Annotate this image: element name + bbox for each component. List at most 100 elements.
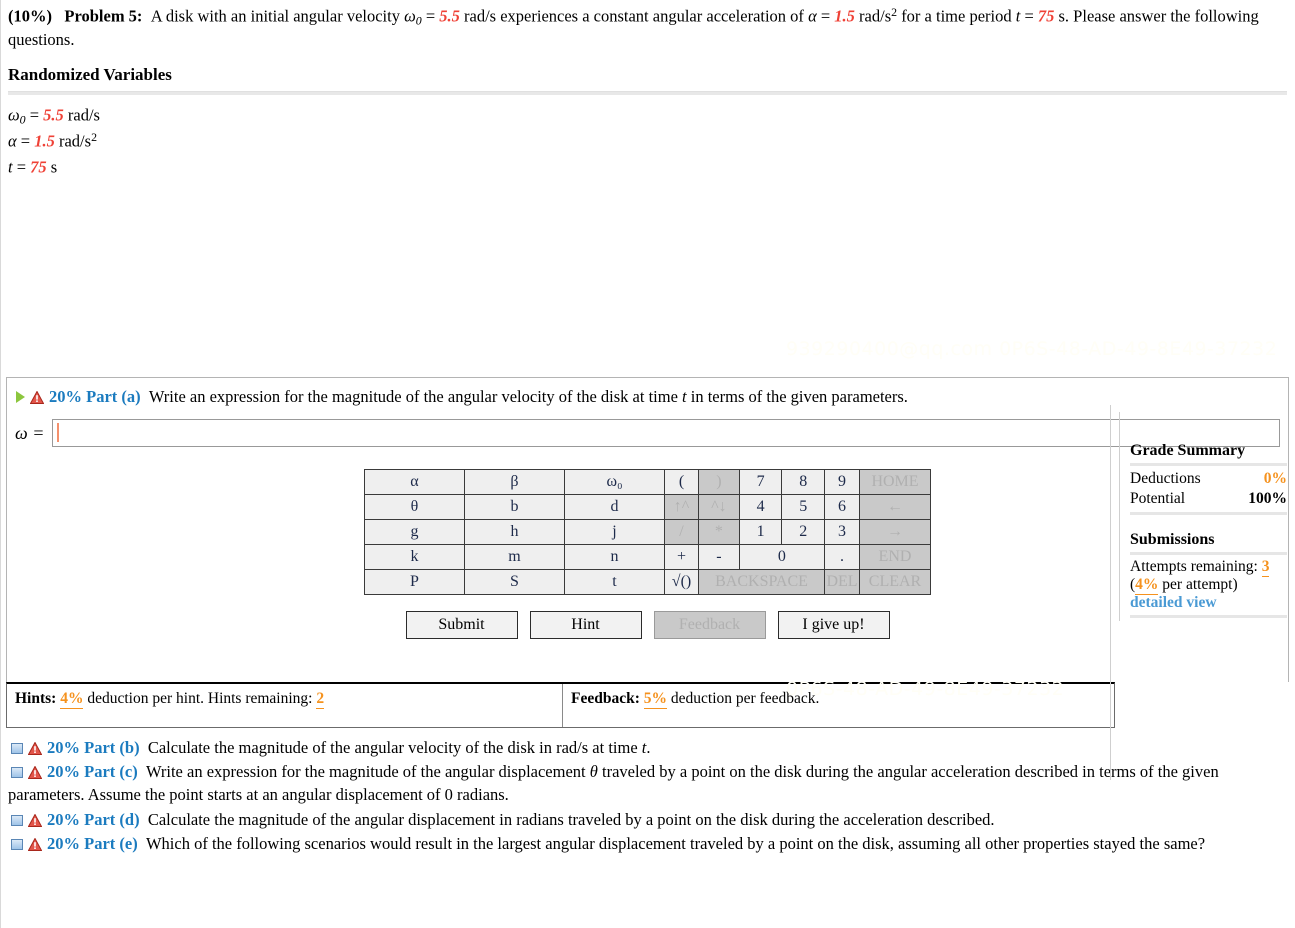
key-decimal-point[interactable]: . (825, 545, 859, 570)
grade-divider (1130, 614, 1287, 618)
problem-weight: (10%) (8, 6, 52, 26)
key-6[interactable]: 6 (825, 495, 859, 520)
keypad-row: θ b d ↑^ ^↓ 4 5 6 ← (365, 495, 930, 520)
deductions-row: Deductions 0% (1130, 469, 1287, 489)
potential-row: Potential 100% (1130, 489, 1287, 509)
randomized-variables-title: Randomized Variables (8, 64, 172, 84)
part-c-text-pre: Write an expression for the magnitude of… (145, 762, 590, 781)
rv-value: 75 (30, 157, 47, 177)
key-0[interactable]: 0 (739, 545, 824, 570)
collapsed-part-icon[interactable] (11, 814, 23, 826)
problem-text-7: = (1020, 6, 1038, 26)
play-triangle-icon[interactable] (16, 390, 25, 403)
rv-value: 1.5 (34, 131, 55, 151)
key-open-paren[interactable]: ( (665, 470, 698, 495)
key-2[interactable]: 2 (782, 520, 824, 545)
key-multiply: * (699, 520, 739, 545)
key-5[interactable]: 5 (782, 495, 824, 520)
key-square-root[interactable]: √() (665, 570, 698, 595)
hints-label: Hints: (15, 689, 57, 707)
rv-unit: s (46, 157, 58, 177)
answer-input[interactable] (52, 419, 1280, 448)
key-t[interactable]: t (565, 570, 664, 595)
keypad-row: P S t √() BACKSPACE DEL CLEAR (365, 570, 930, 595)
hint-button[interactable]: Hint (529, 611, 642, 640)
rv-unit-exponent: 2 (91, 129, 97, 144)
key-k[interactable]: k (365, 545, 464, 570)
problem-label: Problem 5: (64, 6, 143, 26)
warning-triangle-icon (27, 762, 43, 779)
problem-text-6: for a time period (897, 6, 1016, 26)
keypad-row: k m n + - 0 . END (365, 545, 930, 570)
collapsed-part-icon[interactable] (11, 767, 23, 778)
key-omega0[interactable]: ω₀ (565, 470, 664, 495)
attempts-label: Attempts remaining: (1130, 557, 1262, 575)
key-j[interactable]: j (565, 520, 664, 545)
rv-equals: = (25, 105, 44, 125)
rv-equals: = (16, 131, 35, 151)
hints-deduction-percent[interactable]: 4% (60, 689, 84, 709)
key-m[interactable]: m (465, 545, 564, 570)
key-8[interactable]: 8 (782, 470, 824, 495)
part-b-text-pre: Calculate the magnitude of the angular v… (147, 737, 642, 757)
key-7[interactable]: 7 (739, 470, 782, 495)
key-S[interactable]: S (465, 570, 564, 595)
part-a-header: 20% Part (a) Write an expression for the… (7, 378, 1288, 407)
key-P[interactable]: P (365, 570, 464, 595)
part-b-percent: 20% (47, 737, 80, 757)
key-arrow-left: ← (860, 495, 930, 520)
part-d-percent: 20% (47, 809, 80, 829)
rv-unit: rad/s (54, 131, 92, 151)
hints-feedback-bar: Hints: 4% deduction per hint. Hints rema… (6, 681, 1115, 728)
part-b-row[interactable]: 20% Part (b) Calculate the magnitude of … (8, 736, 1287, 759)
key-3[interactable]: 3 (825, 520, 859, 545)
key-alpha[interactable]: α (365, 470, 464, 495)
key-superscript-up: ↑^ (665, 495, 698, 520)
problem-text-2: = (421, 6, 440, 26)
attempts-remaining-value: 3 (1261, 557, 1270, 577)
key-clear: CLEAR (860, 570, 930, 595)
grade-divider (1130, 511, 1287, 515)
key-plus[interactable]: + (665, 545, 698, 570)
detailed-view-link[interactable]: detailed view (1130, 594, 1287, 612)
part-a-panel: 20% Part (a) Write an expression for the… (6, 376, 1289, 682)
key-beta[interactable]: β (465, 470, 564, 495)
hints-remaining-count[interactable]: 2 (316, 689, 325, 709)
key-g[interactable]: g (365, 520, 464, 545)
key-d[interactable]: d (565, 495, 664, 520)
feedback-deduction-percent[interactable]: 5% (643, 689, 668, 709)
answer-label-symbol: ω (15, 422, 28, 443)
key-minus[interactable]: - (699, 545, 739, 570)
randomized-divider (8, 90, 1287, 95)
collapsed-part-icon[interactable] (11, 742, 23, 754)
per-attempt-text: per attempt) (1158, 575, 1238, 593)
key-1[interactable]: 1 (739, 520, 782, 545)
deductions-label: Deductions (1130, 470, 1201, 487)
rv-unit: rad/s (63, 105, 100, 125)
collapsed-part-icon[interactable] (11, 839, 23, 851)
part-e-row[interactable]: 20% Part (e) Which of the following scen… (8, 832, 1287, 855)
part-d-text-pre: Calculate the magnitude of the angular d… (147, 809, 995, 829)
key-end: END (860, 545, 930, 570)
part-a-prompt-post: in terms of the given parameters. (686, 386, 908, 406)
alpha-value: 1.5 (834, 6, 855, 26)
feedback-cell: Feedback: 5% deduction per feedback. (563, 684, 1114, 727)
warning-triangle-icon (27, 834, 43, 852)
key-n[interactable]: n (565, 545, 664, 570)
give-up-button[interactable]: I give up! (777, 611, 890, 640)
per-attempt-percent: 4% (1135, 575, 1159, 595)
randomized-row: α = 1.5 rad/s2 (8, 129, 1287, 155)
submit-button[interactable]: Submit (405, 611, 518, 640)
key-h[interactable]: h (465, 520, 564, 545)
attempts-row: Attempts remaining: 3 (1130, 557, 1287, 577)
feedback-label: Feedback: (571, 689, 640, 707)
part-b-name: Part (b) (84, 737, 140, 757)
grade-summary-title: Grade Summary (1130, 442, 1246, 459)
part-c-text-variable: θ (589, 762, 598, 781)
part-c-row[interactable]: 20% Part (c) Write an expression for the… (8, 760, 1287, 807)
key-b[interactable]: b (465, 495, 564, 520)
key-4[interactable]: 4 (739, 495, 782, 520)
key-theta[interactable]: θ (365, 495, 464, 520)
key-9[interactable]: 9 (825, 470, 859, 495)
part-d-row[interactable]: 20% Part (d) Calculate the magnitude of … (8, 808, 1287, 831)
